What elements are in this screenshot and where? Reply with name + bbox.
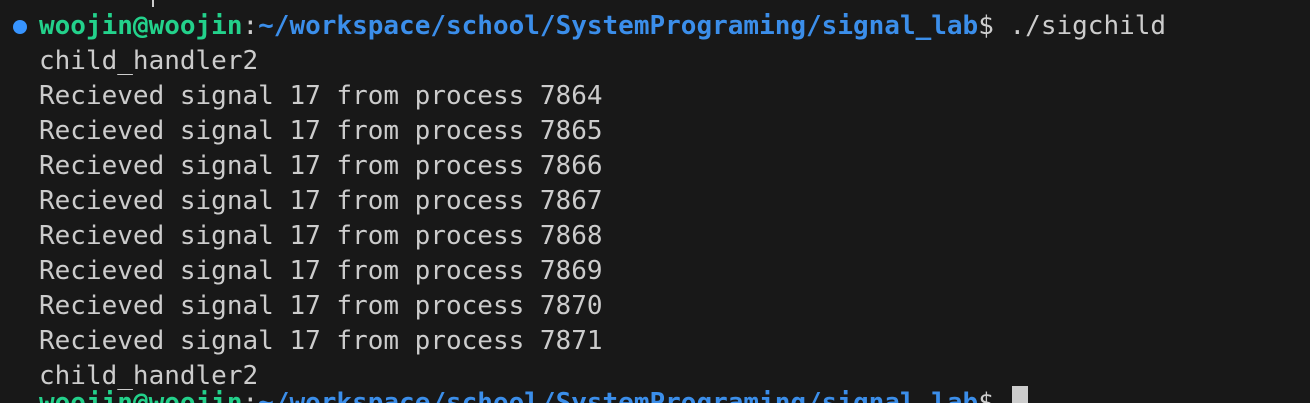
output-line: Recieved signal 17 from process 7867	[39, 186, 603, 216]
prompt-symbol: $	[978, 11, 1010, 41]
output-line: Recieved signal 17 from process 7868	[39, 221, 603, 251]
next-prompt-symbol: $	[978, 388, 1010, 403]
command-status-dot-icon[interactable]	[13, 20, 27, 34]
prompt-user-host: woojin@woojin	[39, 11, 243, 41]
prompt-line: woojin@woojin:~/workspace/school/SystemP…	[39, 9, 1166, 44]
next-prompt-path: ~/workspace/school/SystemPrograming/sign…	[258, 388, 979, 403]
previous-output-fragment	[152, 0, 154, 7]
output-line: Recieved signal 17 from process 7871	[39, 326, 603, 356]
next-prompt-line[interactable]: woojin@woojin:~/workspace/school/SystemP…	[39, 386, 1028, 403]
output-line: Recieved signal 17 from process 7866	[39, 151, 603, 181]
next-prompt-user-host: woojin@woojin	[39, 388, 243, 403]
output-line: Recieved signal 17 from process 7869	[39, 256, 603, 286]
prompt-command: ./sigchild	[1009, 11, 1167, 41]
output-line: child_handler2	[39, 46, 259, 76]
prompt-path: ~/workspace/school/SystemPrograming/sign…	[258, 11, 979, 41]
terminal-cursor	[1011, 386, 1028, 403]
output-line: Recieved signal 17 from process 7864	[39, 81, 603, 111]
terminal-panel[interactable]: woojin@woojin:~/workspace/school/SystemP…	[0, 0, 1310, 403]
next-prompt-separator: :	[242, 388, 259, 403]
output-line: Recieved signal 17 from process 7870	[39, 291, 603, 321]
prompt-separator: :	[242, 11, 259, 41]
output-line: Recieved signal 17 from process 7865	[39, 116, 603, 146]
